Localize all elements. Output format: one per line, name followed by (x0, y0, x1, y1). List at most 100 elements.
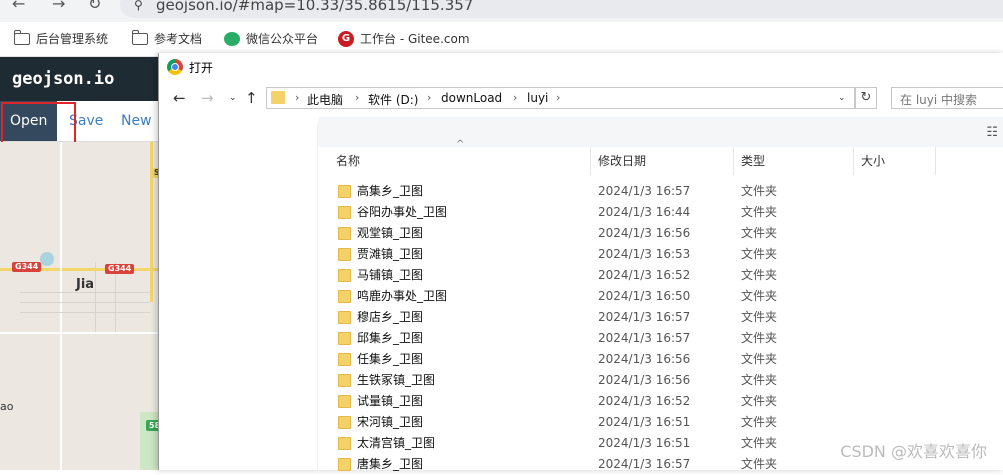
back-arrow-icon[interactable]: ← (12, 0, 25, 13)
file-date: 2024/1/3 16:56 (598, 352, 691, 366)
chevron-right-icon: › (513, 91, 518, 104)
back-arrow-icon[interactable]: ← (173, 89, 186, 107)
folder-icon (338, 458, 351, 471)
file-row[interactable]: 高集乡_卫图 2024/1/3 16:57 文件夹 (318, 181, 1003, 202)
file-type: 文件夹 (741, 268, 778, 282)
folder-icon (338, 395, 351, 408)
file-type: 文件夹 (741, 394, 778, 408)
file-date: 2024/1/3 16:57 (598, 457, 691, 471)
file-type: 文件夹 (741, 289, 778, 303)
dialog-title: 打开 (189, 61, 214, 75)
file-row[interactable]: 生铁冢镇_卫图 2024/1/3 16:56 文件夹 (318, 370, 1003, 391)
file-row[interactable]: 观堂镇_卫图 2024/1/3 16:56 文件夹 (318, 223, 1003, 244)
map-road (20, 312, 150, 313)
bookmark-label: 参考文档 (154, 32, 203, 46)
bookmark-wechat[interactable]: 微信公众平台 (224, 30, 318, 47)
file-type: 文件夹 (741, 247, 778, 261)
column-divider[interactable] (733, 147, 734, 175)
map-road (95, 262, 96, 332)
column-divider[interactable] (853, 147, 854, 175)
folder-icon (132, 29, 148, 45)
file-date: 2024/1/3 16:57 (598, 184, 691, 198)
column-header-name[interactable]: 名称 (336, 147, 360, 175)
folder-icon (338, 374, 351, 387)
breadcrumb-item[interactable]: 软件 (D:) (368, 91, 418, 108)
file-name: 鸣鹿办事处_卫图 (357, 289, 448, 303)
folder-icon (338, 437, 351, 450)
column-divider[interactable] (935, 147, 936, 175)
search-input[interactable]: 在 luyi 中搜索 (891, 87, 1003, 109)
site-info-icon[interactable]: ⚲ (134, 0, 148, 12)
folder-icon (338, 416, 351, 429)
map-place-label: ao (0, 400, 14, 413)
path-bar[interactable]: › 此电脑 › 软件 (D:) › downLoad › luyi › ⌄ (266, 87, 855, 109)
new-menu-button[interactable]: New (113, 101, 160, 141)
reload-icon[interactable]: ↻ (88, 0, 101, 13)
file-name: 谷阳办事处_卫图 (357, 205, 448, 219)
file-name: 试量镇_卫图 (357, 394, 424, 408)
file-name: 马铺镇_卫图 (357, 268, 424, 282)
view-options-icon[interactable]: ☷ (986, 125, 998, 140)
breadcrumb-item[interactable]: 此电脑 (307, 91, 343, 108)
column-header-date[interactable]: 修改日期 (598, 147, 646, 175)
refresh-button[interactable]: ↻ (855, 87, 877, 109)
file-row[interactable]: 谷阳办事处_卫图 2024/1/3 16:44 文件夹 (318, 202, 1003, 223)
column-header-size[interactable]: 大小 (861, 147, 885, 175)
folder-icon (271, 91, 285, 104)
dialog-titlebar: 打开 (159, 53, 1003, 81)
bookmark-gitee[interactable]: G 工作台 - Gitee.com (338, 30, 470, 47)
file-name: 任集乡_卫图 (357, 352, 424, 366)
address-url[interactable]: geojson.io/#map=10.33/35.8615/115.357 (156, 0, 473, 14)
breadcrumb-item[interactable]: downLoad (441, 91, 502, 105)
file-date: 2024/1/3 16:56 (598, 373, 691, 387)
file-name: 宋河镇_卫图 (357, 415, 424, 429)
file-type: 文件夹 (741, 184, 778, 198)
forward-arrow-icon[interactable]: → (52, 0, 65, 13)
folder-icon (14, 29, 30, 45)
file-date: 2024/1/3 16:53 (598, 247, 691, 261)
bookmark-label: 后台管理系统 (36, 32, 109, 46)
file-row[interactable]: 贾滩镇_卫图 2024/1/3 16:53 文件夹 (318, 244, 1003, 265)
file-row[interactable]: 邱集乡_卫图 2024/1/3 16:57 文件夹 (318, 328, 1003, 349)
file-row[interactable]: 鸣鹿办事处_卫图 2024/1/3 16:50 文件夹 (318, 286, 1003, 307)
bookmark-label: 微信公众平台 (246, 32, 319, 46)
column-divider[interactable] (590, 147, 591, 175)
file-row[interactable]: 试量镇_卫图 2024/1/3 16:52 文件夹 (318, 391, 1003, 412)
file-date: 2024/1/3 16:50 (598, 289, 691, 303)
file-date: 2024/1/3 16:51 (598, 415, 691, 429)
column-header-type[interactable]: 类型 (741, 147, 765, 175)
file-row[interactable]: 穆店乡_卫图 2024/1/3 16:57 文件夹 (318, 307, 1003, 328)
map-road (20, 292, 150, 293)
map-town-label: Jia (76, 277, 95, 292)
breadcrumb-item[interactable]: luyi (527, 91, 548, 105)
file-name: 贾滩镇_卫图 (357, 247, 424, 261)
file-row[interactable]: 任集乡_卫图 2024/1/3 16:56 文件夹 (318, 349, 1003, 370)
sort-ascending-icon: ^ (456, 139, 465, 150)
file-date: 2024/1/3 16:52 (598, 394, 691, 408)
app-header: geojson.io (0, 57, 160, 101)
file-name: 唐集乡_卫图 (357, 457, 424, 471)
map-canvas[interactable]: G344 G344 S 58 Jia ao (0, 142, 160, 470)
bookmark-docs[interactable]: 参考文档 (132, 29, 203, 47)
address-bar[interactable]: ⚲ geojson.io/#map=10.33/35.8615/115.357 (120, 0, 1003, 18)
up-arrow-icon[interactable]: ↑ (245, 89, 258, 107)
file-date: 2024/1/3 16:57 (598, 331, 691, 345)
bookmark-admin[interactable]: 后台管理系统 (14, 29, 109, 47)
file-name: 生铁冢镇_卫图 (357, 373, 436, 387)
file-date: 2024/1/3 16:51 (598, 436, 691, 450)
file-row[interactable]: 宋河镇_卫图 2024/1/3 16:51 文件夹 (318, 412, 1003, 433)
file-name: 高集乡_卫图 (357, 184, 424, 198)
chevron-down-icon[interactable]: ⌄ (838, 93, 846, 103)
file-row[interactable]: 马铺镇_卫图 2024/1/3 16:52 文件夹 (318, 265, 1003, 286)
map-road (60, 142, 62, 470)
folder-icon (338, 353, 351, 366)
navigation-pane[interactable] (159, 123, 318, 470)
chevron-right-icon: › (556, 91, 561, 104)
folder-icon (338, 227, 351, 240)
recent-locations-icon[interactable]: ⌄ (229, 93, 237, 103)
forward-arrow-icon[interactable]: → (201, 89, 214, 107)
file-type: 文件夹 (741, 373, 778, 387)
file-name: 观堂镇_卫图 (357, 226, 424, 240)
folder-icon (338, 311, 351, 324)
file-type: 文件夹 (741, 310, 778, 324)
